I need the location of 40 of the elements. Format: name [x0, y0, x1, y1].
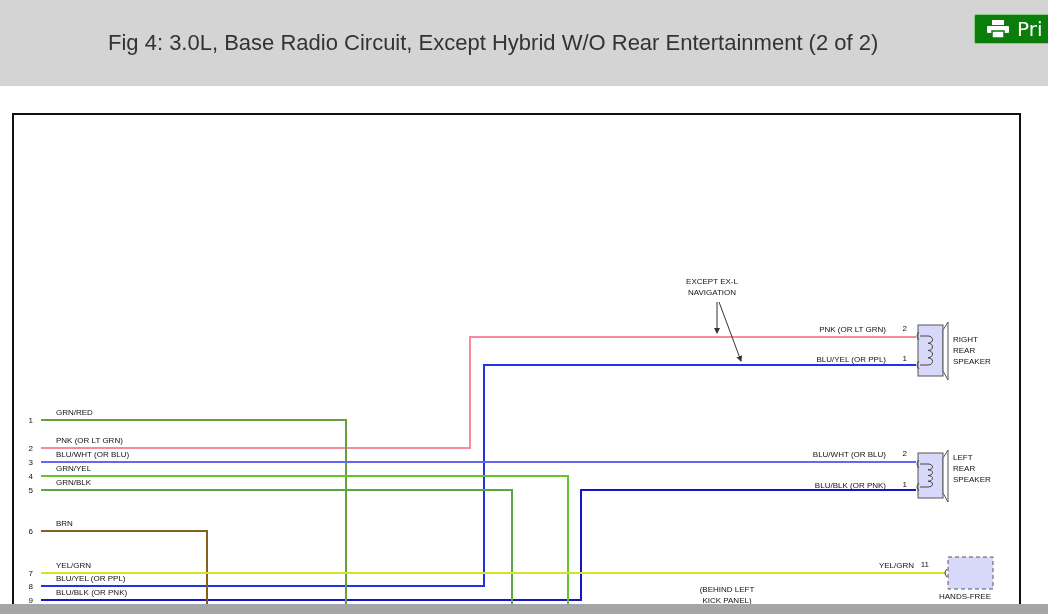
- component-label: LEFT REAR SPEAKER: [953, 453, 991, 484]
- wire-label: BLU/BLK (OR PNK): [814, 481, 886, 490]
- pin-number: 1: [902, 354, 907, 363]
- figure-title: Fig 4: 3.0L, Base Radio Circuit, Except Hybrid W/O Rear Entertainment (2 of 2): [108, 30, 879, 56]
- pin-number: 5: [28, 486, 33, 495]
- pin-number: 9: [28, 596, 33, 605]
- wire-label: PNK (OR LT GRN): [819, 325, 886, 334]
- note-text: EXCEPT EX-L NAVIGATION: [686, 277, 738, 297]
- pin-number: 8: [28, 582, 33, 591]
- pin-number: 2: [902, 324, 907, 333]
- wire-label: GRN/YEL: [56, 464, 92, 473]
- pin-number: 7: [28, 569, 33, 578]
- pin-number: 1: [28, 416, 33, 425]
- wire-label: YEL/GRN: [878, 561, 914, 570]
- note-text: (BEHIND LEFT KICK PANEL): [699, 585, 755, 605]
- pin-number: 4: [28, 472, 33, 481]
- speaker-drawing: [916, 321, 949, 381]
- speaker-drawing: [916, 449, 949, 503]
- wire-label: BLU/WHT (OR BLU): [812, 450, 886, 459]
- wire-label: GRN/BLK: [56, 478, 92, 487]
- print-button[interactable]: Pri: [974, 14, 1048, 44]
- wire-label: BLU/BLK (OR PNK): [56, 588, 128, 597]
- module-box: [947, 556, 994, 590]
- wire-label: BLU/WHT (OR BLU): [56, 450, 130, 459]
- pin-number: 2: [902, 449, 907, 458]
- pin-number: 11: [920, 560, 929, 569]
- wire-label: BRN: [56, 519, 73, 528]
- wire-label: GRN/RED: [56, 408, 93, 417]
- pin-number: 2: [28, 444, 33, 453]
- wire-label: PNK (OR LT GRN): [56, 436, 123, 445]
- wire-label: BLU/YEL (OR PPL): [816, 355, 886, 364]
- wire-label: BLU/YEL (OR PPL): [56, 574, 126, 583]
- connector-icon: [944, 568, 948, 578]
- pin-number: 6: [28, 527, 33, 536]
- component-label: HANDS-FREE: [939, 592, 991, 601]
- component-label: RIGHT REAR SPEAKER: [953, 335, 991, 366]
- wire-label: YEL/GRN: [56, 561, 92, 570]
- printer-icon: [987, 20, 1009, 38]
- pin-number: 1: [902, 480, 907, 489]
- pin-number: 3: [28, 458, 33, 467]
